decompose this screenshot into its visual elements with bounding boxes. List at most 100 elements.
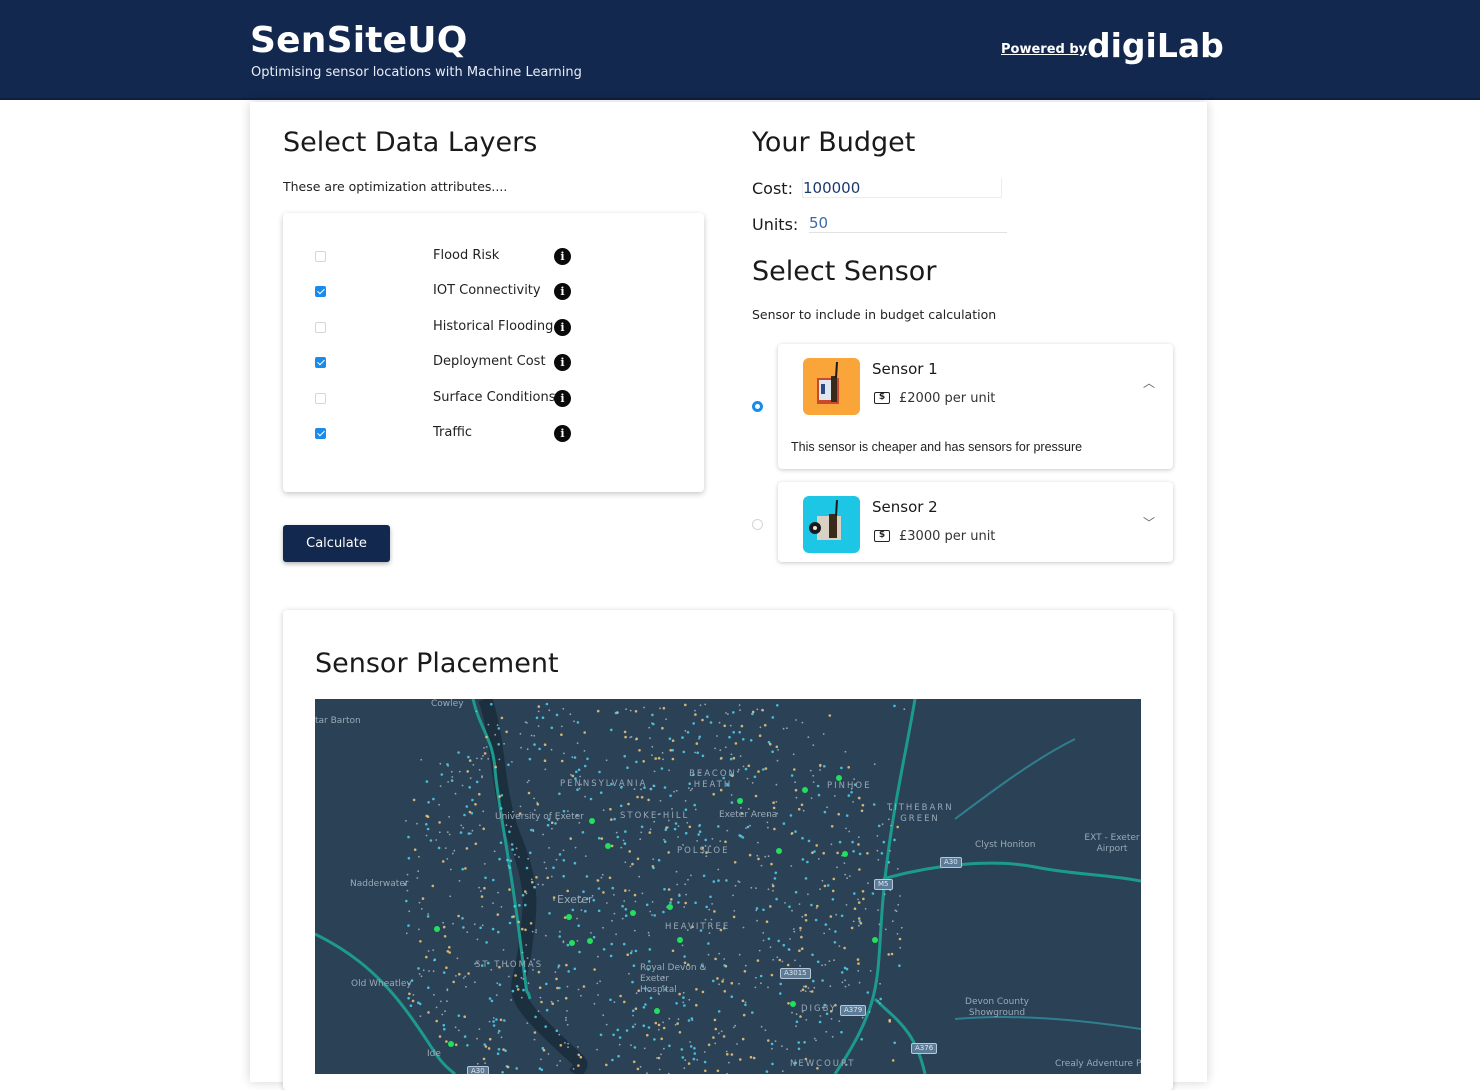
cost-input[interactable] xyxy=(802,178,1002,198)
data-point xyxy=(831,1035,834,1038)
sensor-2-card[interactable]: Sensor 2 $ £3000 per unit ﹀ xyxy=(778,482,1173,562)
layer-checkbox[interactable] xyxy=(315,428,326,439)
layer-checkbox[interactable] xyxy=(315,251,326,262)
info-icon[interactable]: i xyxy=(554,319,571,336)
data-point xyxy=(762,939,765,942)
data-point xyxy=(599,1033,603,1037)
data-point xyxy=(762,908,765,912)
data-point xyxy=(444,1010,446,1013)
data-point xyxy=(652,784,656,788)
map-label: PINHOE xyxy=(827,781,872,791)
data-point xyxy=(534,1015,537,1019)
data-point xyxy=(528,757,532,761)
data-point xyxy=(622,839,625,842)
data-point xyxy=(694,713,697,716)
data-point xyxy=(790,832,794,835)
data-point xyxy=(478,1028,481,1030)
data-point xyxy=(771,750,774,753)
data-point xyxy=(816,960,820,964)
layer-checkbox[interactable] xyxy=(315,322,326,333)
data-point xyxy=(872,803,876,806)
data-point xyxy=(433,958,437,961)
data-point xyxy=(508,866,512,869)
data-point xyxy=(499,1018,503,1022)
data-point xyxy=(782,822,786,825)
layer-checkbox[interactable] xyxy=(315,286,326,297)
data-point xyxy=(425,780,429,783)
data-point xyxy=(445,1040,448,1043)
units-input[interactable] xyxy=(809,214,1007,233)
data-point xyxy=(558,853,562,856)
data-point xyxy=(533,797,535,800)
info-icon[interactable]: i xyxy=(554,425,571,442)
data-point xyxy=(660,1053,662,1056)
sensor-placement-map[interactable]: Cowley tar Barton PENNSYLVANIA Universit… xyxy=(315,699,1141,1074)
data-point xyxy=(840,971,844,974)
info-icon[interactable]: i xyxy=(554,248,571,265)
data-point xyxy=(714,747,716,750)
data-point xyxy=(488,997,492,1000)
data-point xyxy=(584,795,586,798)
data-point xyxy=(490,702,493,706)
data-point xyxy=(753,775,757,779)
data-point xyxy=(831,889,835,893)
sensor-1-radio[interactable] xyxy=(752,401,763,412)
data-point xyxy=(680,1048,684,1051)
data-point xyxy=(840,766,843,770)
data-point xyxy=(712,792,715,796)
data-point xyxy=(623,730,627,734)
layer-checkbox[interactable] xyxy=(315,393,326,404)
info-icon[interactable]: i xyxy=(554,390,571,407)
data-point xyxy=(497,1032,500,1034)
data-point xyxy=(810,797,813,799)
data-point xyxy=(624,889,627,892)
data-point xyxy=(446,858,449,860)
data-point xyxy=(767,888,770,891)
digilab-logo[interactable]: digiLab xyxy=(1087,26,1224,65)
powered-by-link[interactable]: Powered by xyxy=(1001,42,1087,57)
data-point xyxy=(662,1026,666,1030)
data-point xyxy=(462,826,465,829)
data-point xyxy=(422,969,425,972)
data-point xyxy=(559,1060,561,1062)
info-icon[interactable]: i xyxy=(554,283,571,300)
data-point xyxy=(677,901,680,904)
data-point xyxy=(631,862,634,866)
calculate-button[interactable]: Calculate xyxy=(283,525,390,562)
data-point xyxy=(559,1044,563,1047)
data-point xyxy=(577,988,580,991)
info-icon[interactable]: i xyxy=(554,354,571,371)
data-point xyxy=(569,837,572,840)
sensor-2-radio[interactable] xyxy=(752,519,763,530)
data-point xyxy=(782,727,785,730)
data-point xyxy=(596,709,600,713)
data-point xyxy=(657,1028,660,1031)
data-point xyxy=(557,964,561,967)
layer-checkbox[interactable] xyxy=(315,357,326,368)
data-point xyxy=(815,844,818,847)
data-point xyxy=(722,978,725,981)
chevron-down-icon[interactable]: ﹀ xyxy=(1143,514,1155,531)
data-point xyxy=(515,985,519,988)
data-point xyxy=(565,1019,567,1021)
data-point xyxy=(596,982,599,985)
data-point xyxy=(476,757,478,760)
data-point xyxy=(487,1047,491,1050)
data-point xyxy=(824,923,828,926)
data-point xyxy=(442,971,446,974)
data-point xyxy=(804,919,808,922)
data-point xyxy=(749,824,751,827)
data-point xyxy=(467,832,471,835)
data-point xyxy=(756,708,759,711)
chevron-up-icon[interactable]: ︿ xyxy=(1143,374,1155,391)
data-point xyxy=(579,775,581,778)
data-point xyxy=(508,921,512,925)
data-point xyxy=(570,773,572,776)
data-point xyxy=(648,831,652,834)
data-point xyxy=(556,1064,559,1067)
data-point xyxy=(533,1038,536,1041)
data-point xyxy=(545,1008,549,1012)
data-point xyxy=(526,1022,529,1024)
data-point xyxy=(744,1001,747,1004)
sensor-1-card[interactable]: Sensor 1 $ £2000 per unit ︿ This sensor … xyxy=(778,344,1173,469)
